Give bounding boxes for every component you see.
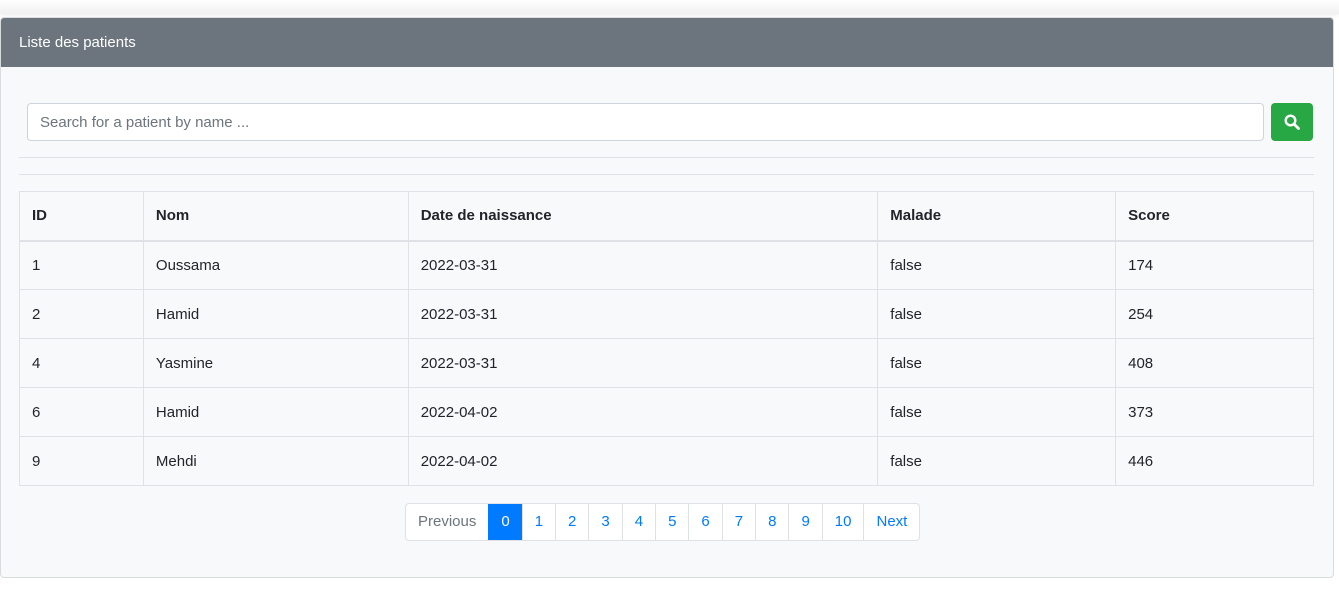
cell-nom: Hamid — [142, 387, 409, 437]
page-link-1[interactable]: 1 — [521, 504, 555, 540]
page-link-0[interactable]: 0 — [488, 504, 522, 540]
search-button[interactable] — [1271, 103, 1313, 141]
cell-malade: false — [877, 240, 1117, 290]
column-header-score: Score — [1115, 191, 1314, 242]
cell-nom: Yasmine — [142, 338, 409, 388]
column-header-malade: Malade — [877, 191, 1117, 242]
cell-date-naissance: 2022-04-02 — [407, 387, 879, 437]
patients-card: Liste des patients ID Nom Date de naissa… — [0, 17, 1334, 578]
cell-malade: false — [877, 289, 1117, 339]
page-link-9[interactable]: 9 — [788, 504, 821, 540]
page-link-5[interactable]: 5 — [655, 504, 688, 540]
table-row: 9 Mehdi 2022-04-02 false 446 — [19, 436, 1314, 486]
cell-date-naissance: 2022-04-02 — [407, 436, 879, 486]
column-header-date-naissance: Date de naissance — [407, 191, 879, 242]
pagination-next[interactable]: Next — [863, 504, 919, 540]
cell-nom: Mehdi — [142, 436, 409, 486]
page-link-8[interactable]: 8 — [755, 504, 788, 540]
cell-malade: false — [877, 436, 1117, 486]
column-header-nom: Nom — [142, 191, 409, 242]
cell-id: 6 — [19, 387, 144, 437]
divider — [19, 157, 1314, 158]
divider — [19, 174, 1314, 175]
cell-score: 174 — [1115, 240, 1314, 290]
search-input[interactable] — [27, 103, 1264, 141]
search-icon — [1284, 114, 1300, 130]
card-header-title: Liste des patients — [1, 18, 1333, 67]
table-row: 1 Oussama 2022-03-31 false 174 — [19, 240, 1314, 290]
page-link-2[interactable]: 2 — [555, 504, 588, 540]
table-header-row: ID Nom Date de naissance Malade Score — [19, 191, 1314, 242]
top-navbar-shadow — [0, 0, 1339, 14]
table-row: 2 Hamid 2022-03-31 false 254 — [19, 289, 1314, 339]
cell-malade: false — [877, 338, 1117, 388]
page-link-7[interactable]: 7 — [721, 504, 755, 540]
page-link-4[interactable]: 4 — [621, 504, 655, 540]
page-link-3[interactable]: 3 — [588, 504, 621, 540]
pagination-previous[interactable]: Previous — [406, 504, 488, 540]
cell-id: 4 — [19, 338, 144, 388]
cell-date-naissance: 2022-03-31 — [407, 338, 879, 388]
cell-id: 2 — [19, 289, 144, 339]
cell-score: 254 — [1115, 289, 1314, 339]
cell-score: 408 — [1115, 338, 1314, 388]
search-form — [27, 103, 1314, 142]
cell-nom: Hamid — [142, 289, 409, 339]
column-header-id: ID — [19, 191, 144, 242]
cell-id: 9 — [19, 436, 144, 486]
cell-score: 446 — [1115, 436, 1314, 486]
table-row: 4 Yasmine 2022-03-31 false 408 — [19, 338, 1314, 388]
cell-date-naissance: 2022-03-31 — [407, 240, 879, 290]
cell-malade: false — [877, 387, 1117, 437]
page-link-6[interactable]: 6 — [688, 504, 721, 540]
cell-date-naissance: 2022-03-31 — [407, 289, 879, 339]
page-link-10[interactable]: 10 — [821, 504, 864, 540]
patients-table: ID Nom Date de naissance Malade Score 1 … — [19, 191, 1314, 486]
cell-score: 373 — [1115, 387, 1314, 437]
table-row: 6 Hamid 2022-04-02 false 373 — [19, 387, 1314, 437]
pagination: Previous 0 1 2 3 4 5 6 7 8 9 10 Next — [405, 503, 921, 541]
cell-nom: Oussama — [142, 240, 409, 290]
cell-id: 1 — [19, 240, 144, 290]
